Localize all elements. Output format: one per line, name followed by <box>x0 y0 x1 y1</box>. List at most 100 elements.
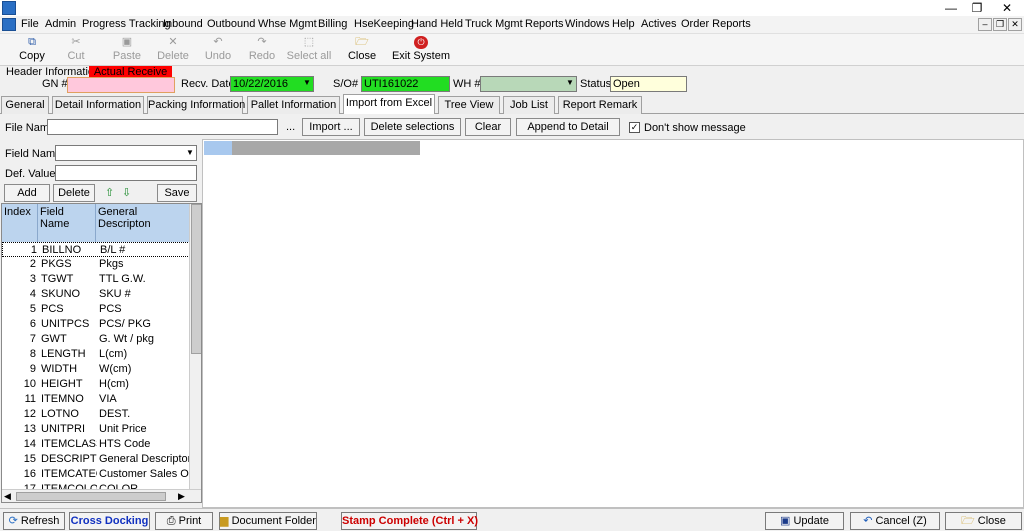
table-row[interactable]: 1 BILLNO B/L # <box>2 242 190 257</box>
chevron-down-icon[interactable]: ▼ <box>303 78 311 87</box>
add-button[interactable]: Add <box>4 184 50 202</box>
save-button[interactable]: Save <box>157 184 197 202</box>
table-row[interactable]: 8 LENGTH L(cm) <box>2 347 190 362</box>
arrow-right-icon[interactable]: ▶ <box>178 491 185 502</box>
menu-hsekeeping[interactable]: HseKeeping <box>354 18 414 30</box>
tab-tree-view[interactable]: Tree View <box>438 96 500 114</box>
close-button[interactable]: 🗁 Close <box>945 512 1022 530</box>
so-field[interactable]: UTI161022 <box>361 76 450 92</box>
menu-whse-mgmt[interactable]: Whse Mgmt <box>258 18 317 30</box>
clear-button[interactable]: Clear <box>465 118 511 136</box>
wh-label: WH # <box>453 78 481 90</box>
field-name-label: Field Name <box>5 148 62 160</box>
mdi-minimize-button[interactable]: – <box>978 18 992 31</box>
import-button[interactable]: Import ... <box>302 118 360 136</box>
menu-admin[interactable]: Admin <box>45 18 76 30</box>
table-row[interactable]: 16 ITEMCATEGOCustomer Sales Order <box>2 467 191 482</box>
refresh-button[interactable]: ⟳ Refresh <box>3 512 65 530</box>
cut-button[interactable]: ✂ Cut <box>48 34 104 66</box>
scroll-thumb[interactable] <box>191 204 201 354</box>
cell-description: VIA <box>99 393 117 405</box>
menu-inbound[interactable]: Inbound <box>163 18 203 30</box>
document-folder-button[interactable]: ▆ Document Folder <box>219 512 317 530</box>
tab-detail-information[interactable]: Detail Information <box>52 96 144 114</box>
arrow-down-icon[interactable]: ⇩ <box>122 186 131 199</box>
cell-field-name: ITEMCATEGO <box>41 468 97 480</box>
table-row[interactable]: 13 UNITPRI Unit Price <box>2 422 190 437</box>
table-row[interactable]: 4 SKUNO SKU # <box>2 287 190 302</box>
cross-docking-button[interactable]: Cross Docking <box>69 512 150 530</box>
table-row[interactable]: 12 LOTNO DEST. <box>2 407 190 422</box>
hscroll-thumb[interactable] <box>16 492 166 501</box>
field-name-select[interactable] <box>55 145 197 161</box>
exit-label: Exit System <box>391 50 451 62</box>
menu-outbound[interactable]: Outbound <box>207 18 255 30</box>
update-button[interactable]: ▣ Update <box>765 512 844 530</box>
window-restore-button[interactable]: ❐ <box>964 0 990 16</box>
menu-actives[interactable]: Actives <box>641 18 676 30</box>
file-name-input[interactable] <box>47 119 278 135</box>
arrow-up-icon[interactable]: ⇧ <box>105 186 114 199</box>
gn-field[interactable] <box>67 77 175 93</box>
cell-index: 6 <box>29 318 36 330</box>
column-header-field-name[interactable]: Field Name <box>38 204 96 242</box>
window-minimize-button[interactable]: — <box>938 0 964 16</box>
menu-progress-tracking[interactable]: Progress Tracking <box>82 18 171 30</box>
mdi-close-button[interactable]: ✕ <box>1008 18 1022 31</box>
menu-help[interactable]: Help <box>612 18 635 30</box>
table-row[interactable]: 14 ITEMCLASSHTS Code <box>2 437 190 452</box>
def-value-input[interactable] <box>55 165 197 181</box>
document-icon[interactable] <box>2 18 16 31</box>
table-row[interactable]: 7 GWT G. Wt / pkg <box>2 332 190 347</box>
window-close-button[interactable]: ✕ <box>994 0 1020 16</box>
close-toolbar-button[interactable]: 🗁 Close <box>334 34 390 66</box>
delete-selections-button[interactable]: Delete selections <box>364 118 461 136</box>
field-mapping-grid[interactable]: Index Field Name General Descripton 1 BIL… <box>1 203 202 503</box>
cell-description: B/L # <box>100 244 126 256</box>
table-row[interactable]: 11 ITEMNO VIA <box>2 392 190 407</box>
tab-packing-information[interactable]: Packing Information <box>147 96 245 114</box>
wh-select[interactable] <box>480 76 577 92</box>
table-row[interactable]: 3 TGWT TTL G.W. <box>2 272 190 287</box>
folder-icon: 🗁 <box>961 515 975 527</box>
append-to-detail-button[interactable]: Append to Detail <box>516 118 620 136</box>
menu-windows[interactable]: Windows <box>565 18 610 30</box>
browse-button[interactable]: ... <box>286 121 295 133</box>
column-header-description[interactable]: General Descripton <box>96 204 190 242</box>
table-row[interactable]: 6 UNITPCS PCS/ PKG <box>2 317 190 332</box>
exit-system-button[interactable]: ⏻ Exit System <box>390 34 452 66</box>
print-button[interactable]: ⎙ Print <box>155 512 213 530</box>
dont-show-checkbox[interactable]: ✓ <box>629 122 640 133</box>
menu-billing[interactable]: Billing <box>318 18 347 30</box>
table-row[interactable]: 9 WIDTH W(cm) <box>2 362 190 377</box>
menu-truck-mgmt[interactable]: Truck Mgmt <box>465 18 523 30</box>
tab-import-from-excel[interactable]: Import from Excel <box>343 94 435 115</box>
excel-preview-pane[interactable] <box>202 139 1024 508</box>
table-row[interactable]: 2 PKGS Pkgs <box>2 257 190 272</box>
horizontal-scrollbar[interactable]: ◀ ▶ <box>2 489 201 502</box>
select-all-button[interactable]: ⬚ Select all <box>281 34 337 66</box>
recv-date-field[interactable]: 10/22/2016 <box>230 76 314 92</box>
mdi-restore-button[interactable]: ❐ <box>993 18 1007 31</box>
column-header-index[interactable]: Index <box>2 204 38 242</box>
vertical-scrollbar[interactable] <box>189 204 201 489</box>
stamp-complete-button[interactable]: Stamp Complete (Ctrl + X) <box>341 512 478 530</box>
chevron-down-icon[interactable]: ▼ <box>566 78 574 87</box>
menu-reports[interactable]: Reports <box>525 18 564 30</box>
status-field[interactable]: Open <box>610 76 687 92</box>
table-row[interactable]: 10 HEIGHT H(cm) <box>2 377 190 392</box>
menu-hand-held[interactable]: Hand Held <box>411 18 463 30</box>
tab-pallet-information[interactable]: Pallet Information <box>247 96 340 114</box>
tab-general[interactable]: General <box>1 96 49 114</box>
tab-report-remark[interactable]: Report Remark <box>558 96 642 114</box>
delete-field-button[interactable]: Delete <box>53 184 95 202</box>
menu-file[interactable]: File <box>21 18 39 30</box>
arrow-left-icon[interactable]: ◀ <box>4 491 11 502</box>
table-row[interactable]: 5 PCS PCS <box>2 302 190 317</box>
cancel-button[interactable]: ↶ Cancel (Z) <box>850 512 940 530</box>
cell-description: H(cm) <box>99 378 129 390</box>
table-row[interactable]: 15 DESCRIPT General Descripton <box>2 452 191 467</box>
chevron-down-icon[interactable]: ▼ <box>186 148 194 157</box>
menu-order-reports[interactable]: Order Reports <box>681 18 751 30</box>
tab-job-list[interactable]: Job List <box>503 96 555 114</box>
